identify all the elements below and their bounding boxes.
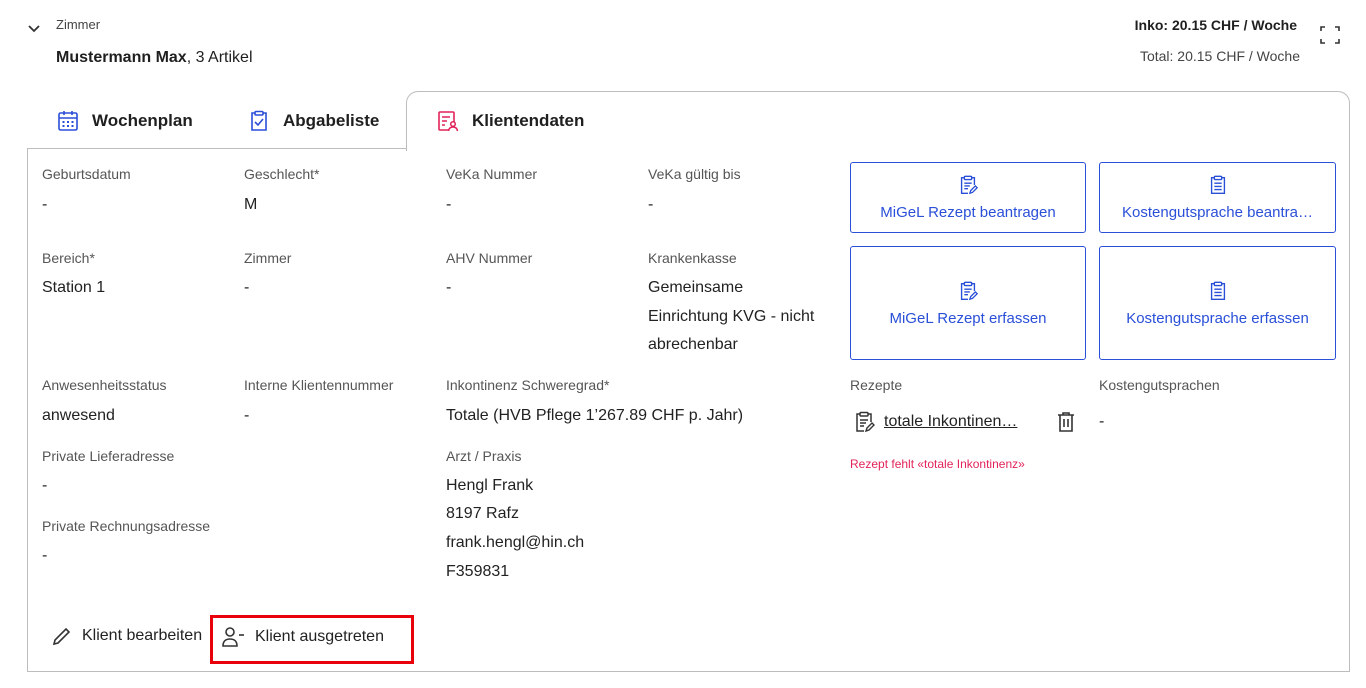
- tab-wochenplan[interactable]: Wochenplan: [56, 92, 193, 149]
- label-bereich: Bereich*: [42, 250, 95, 266]
- label-anwesenheit: Anwesenheitsstatus: [42, 377, 167, 393]
- label-geburtsdatum: Geburtsdatum: [42, 166, 131, 182]
- clipboard-edit-icon: [960, 175, 979, 195]
- label-rechnungsadresse: Private Rechnungsadresse: [42, 518, 211, 534]
- label-veka-nummer: VeKa Nummer: [446, 166, 538, 182]
- tab-label: Klientendaten: [472, 110, 585, 130]
- label-kostengutsprachen: Kostengutsprachen: [1099, 377, 1220, 393]
- chevron-down-icon[interactable]: [26, 20, 42, 36]
- value-arzt-line: 8197 Rafz: [446, 505, 519, 522]
- prescription-icon: [856, 411, 875, 433]
- tab-label: Abgabeliste: [283, 110, 380, 130]
- tab-abgabeliste[interactable]: Abgabeliste: [247, 92, 379, 149]
- section-label: Zimmer: [56, 17, 101, 32]
- value-lieferadresse: -: [42, 477, 48, 494]
- migel-rezept-erfassen-button[interactable]: MiGeL Rezept erfassen: [850, 246, 1086, 360]
- clipboard-list-icon: [1210, 281, 1225, 300]
- label-zimmer: Zimmer: [244, 250, 292, 266]
- edit-client-button[interactable]: Klient bearbeiten: [52, 626, 202, 646]
- kostengutsprache-erfassen-button[interactable]: Kostengutsprache erfassen: [1099, 246, 1336, 360]
- label-lieferadresse: Private Lieferadresse: [42, 448, 175, 464]
- clipboard-list-icon: [1210, 175, 1225, 194]
- label-interne-nummer: Interne Klientennummer: [244, 377, 394, 393]
- value-zimmer: -: [244, 279, 250, 296]
- label-ahv: AHV Nummer: [446, 250, 533, 266]
- tab-label: Wochenplan: [92, 110, 193, 130]
- value-geschlecht: M: [244, 196, 258, 213]
- value-veka-nummer: -: [446, 196, 452, 213]
- calendar-icon: [58, 110, 78, 131]
- total-cost: Total: 20.15 CHF / Woche: [1139, 48, 1300, 64]
- label-inkontinenz: Inkontinenz Schweregrad*: [446, 377, 610, 393]
- value-veka-gueltig: -: [648, 196, 654, 213]
- trash-icon[interactable]: [1056, 411, 1076, 433]
- fullscreen-icon[interactable]: [1320, 26, 1340, 44]
- value-anwesenheit: anwesend: [42, 407, 115, 424]
- inko-cost: Inko: 20.15 CHF / Woche: [1134, 17, 1297, 33]
- highlight-box: [210, 615, 414, 664]
- value-krankenkasse-line: abrechenbar: [648, 336, 738, 353]
- value-arzt-line: F359831: [446, 563, 510, 580]
- label-arzt: Arzt / Praxis: [446, 448, 522, 464]
- clipboard-check-icon: [251, 110, 267, 131]
- label-geschlecht: Geschlecht*: [244, 166, 320, 182]
- value-bereich: Station 1: [42, 279, 106, 296]
- label-veka-gueltig: VeKa gültig bis: [648, 166, 741, 182]
- tab-klientendaten[interactable]: Klientendaten: [436, 92, 584, 149]
- label-krankenkasse: Krankenkasse: [648, 250, 737, 266]
- kostengutsprache-beantragen-button[interactable]: Kostengutsprache beantra…: [1099, 162, 1336, 233]
- migel-rezept-beantragen-button[interactable]: MiGeL Rezept beantragen: [850, 162, 1086, 233]
- value-krankenkasse-line: Gemeinsame: [648, 279, 744, 296]
- value-arzt-line: Hengl Frank: [446, 477, 534, 494]
- label-rezepte: Rezepte: [850, 377, 903, 393]
- value-arzt-line: frank.hengl@hin.ch: [446, 534, 585, 551]
- value-ahv: -: [446, 279, 452, 296]
- value-rechnungsadresse: -: [42, 547, 48, 564]
- rezept-link[interactable]: totale Inkontinen…: [884, 413, 1017, 431]
- client-data-icon: [438, 110, 459, 131]
- value-inkontinenz: Totale (HVB Pflege 1’267.89 CHF p. Jahr): [446, 407, 744, 424]
- pencil-icon: [52, 627, 71, 646]
- value-krankenkasse-line: Einrichtung KVG - nicht: [648, 308, 815, 325]
- clipboard-edit-icon: [960, 281, 979, 300]
- rezept-warning: Rezept fehlt «totale Inkontinenz»: [850, 457, 1025, 471]
- value-geburtsdatum: -: [42, 196, 48, 213]
- value-interne-nummer: -: [244, 407, 250, 424]
- client-name: Mustermann Max, 3 Artikel: [56, 49, 253, 66]
- value-kostengutsprachen: -: [1099, 413, 1105, 430]
